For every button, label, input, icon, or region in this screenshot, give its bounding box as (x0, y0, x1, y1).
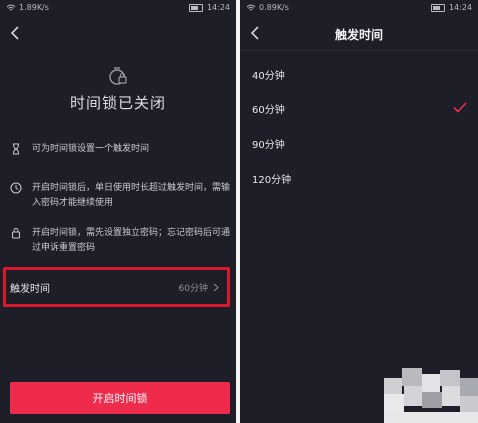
clock-icon (10, 182, 22, 194)
option-label: 40分钟 (252, 71, 285, 82)
enable-time-lock-button[interactable]: 开启时间锁 (10, 382, 230, 414)
mosaic-watermark (384, 368, 478, 423)
trigger-time-value: 60分钟 (178, 283, 208, 294)
chevron-right-icon (213, 283, 219, 291)
back-icon[interactable] (8, 24, 24, 42)
trigger-time-screen: 0.89K/s 14:24 触发时间 40分钟 60分钟 90分钟 120分钟 (240, 0, 478, 423)
wifi-icon (246, 4, 256, 11)
tip-text: 可为时间锁设置一个触发时间 (32, 144, 150, 154)
battery-icon (430, 3, 445, 12)
time-lock-screen: 1.89K/s 14:24 时间锁已关闭 可为时间锁设置一个触发时间 开启时间锁… (0, 0, 236, 423)
tip-text: 开启时间锁后，单日使用时长超过触发时间，需输入密码才能继续使用 (32, 183, 231, 208)
status-bar: 1.89K/s 14:24 (0, 0, 236, 16)
page-title: 触发时间 (334, 28, 383, 42)
option-label: 90分钟 (252, 140, 285, 151)
hourglass-icon (13, 143, 19, 155)
lock-icon (12, 228, 20, 239)
tip-text: 开启时间锁，需先设置独立密码；忘记密码后可通过申诉重置密码 (32, 228, 231, 253)
checkmark-icon (453, 102, 467, 113)
wifi-icon (6, 4, 16, 11)
trigger-time-value-group: 60分钟 (179, 281, 219, 294)
option-label: 60分钟 (252, 105, 285, 116)
page-title: 时间锁已关闭 (69, 94, 166, 112)
option-120-min[interactable]: 120分钟 (240, 160, 478, 194)
network-speed: 1.89K/s (19, 3, 49, 12)
clock-time: 14:24 (206, 3, 230, 12)
trigger-time-label: 触发时间 (10, 283, 50, 295)
battery-icon (188, 3, 203, 12)
option-60-min[interactable]: 60分钟 (240, 90, 478, 124)
status-bar: 0.89K/s 14:24 (240, 0, 478, 16)
network-speed: 0.89K/s (259, 3, 289, 12)
trigger-time-row[interactable]: 触发时间 60分钟 (3, 267, 230, 307)
timer-lock-icon (109, 67, 127, 85)
option-90-min[interactable]: 90分钟 (240, 125, 478, 159)
clock-time: 14:24 (448, 3, 472, 12)
option-40-min[interactable]: 40分钟 (240, 56, 478, 90)
option-label: 120分钟 (252, 175, 292, 186)
